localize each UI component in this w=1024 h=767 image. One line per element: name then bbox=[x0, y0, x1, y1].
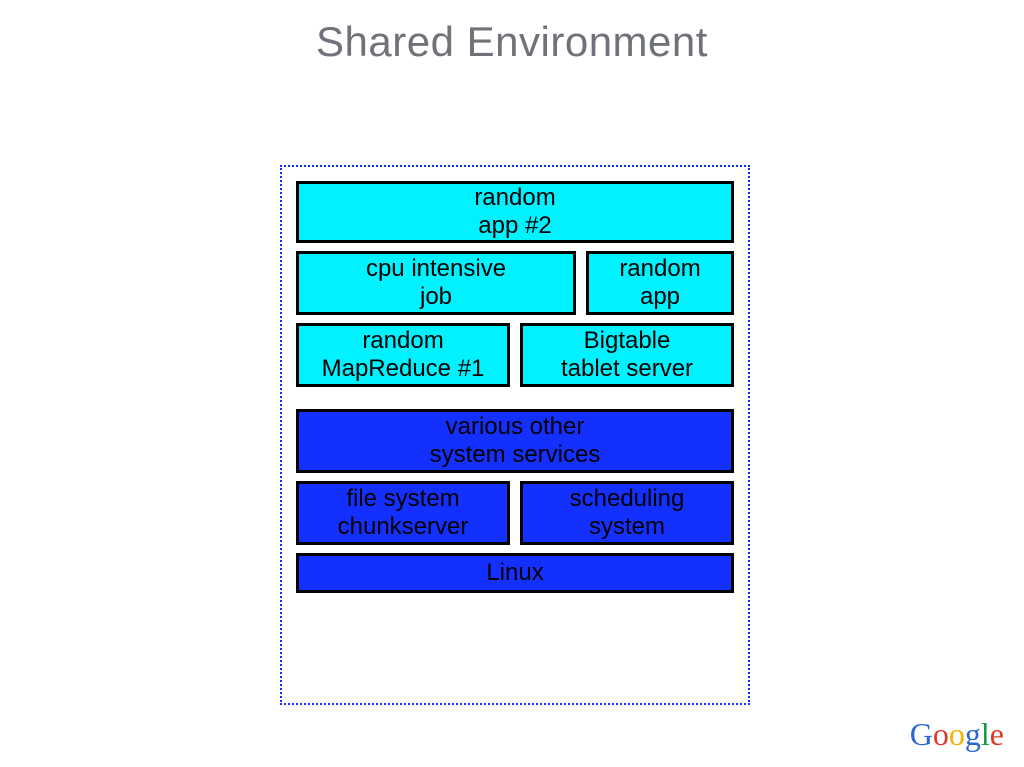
text-line: app bbox=[640, 283, 680, 311]
slide: Shared Environment random app #2 cpu int… bbox=[0, 0, 1024, 767]
text-line: system bbox=[589, 513, 665, 541]
text-line: chunkserver bbox=[338, 513, 469, 541]
logo-letter: e bbox=[990, 716, 1004, 753]
logo-letter: o bbox=[933, 716, 949, 753]
text-line: tablet server bbox=[561, 355, 693, 383]
row-app2: random app #2 bbox=[296, 181, 734, 243]
row-chunkserver-scheduler: file system chunkserver scheduling syste… bbox=[296, 481, 734, 545]
text-line: file system bbox=[346, 485, 459, 513]
block-bigtable-tablet-server: Bigtable tablet server bbox=[520, 323, 734, 387]
logo-letter: o bbox=[949, 716, 965, 753]
block-random-mapreduce: random MapReduce #1 bbox=[296, 323, 510, 387]
block-random-app-2: random app #2 bbox=[296, 181, 734, 243]
text-line: various other bbox=[446, 413, 585, 441]
text-line: random bbox=[619, 255, 700, 283]
row-linux: Linux bbox=[296, 553, 734, 593]
row-cpu-randomapp: cpu intensive job random app bbox=[296, 251, 734, 315]
block-cpu-intensive-job: cpu intensive job bbox=[296, 251, 576, 315]
text-line: system services bbox=[430, 441, 601, 469]
block-linux: Linux bbox=[296, 553, 734, 593]
logo-letter: G bbox=[910, 716, 933, 753]
text-line: Bigtable bbox=[584, 327, 671, 355]
text-line: cpu intensive bbox=[366, 255, 506, 283]
block-file-system-chunkserver: file system chunkserver bbox=[296, 481, 510, 545]
text-line: random bbox=[474, 184, 555, 212]
block-random-app: random app bbox=[586, 251, 734, 315]
text-line: Linux bbox=[486, 559, 543, 587]
slide-title: Shared Environment bbox=[0, 18, 1024, 66]
row-other-services: various other system services bbox=[296, 409, 734, 473]
text-line: scheduling bbox=[570, 485, 685, 513]
text-line: MapReduce #1 bbox=[322, 355, 485, 383]
diagram-container: random app #2 cpu intensive job random a… bbox=[280, 165, 750, 705]
text-line: job bbox=[420, 283, 452, 311]
text-line: app #2 bbox=[478, 212, 551, 240]
text-line: random bbox=[362, 327, 443, 355]
row-mapreduce-bigtable: random MapReduce #1 Bigtable tablet serv… bbox=[296, 323, 734, 387]
google-logo: Google bbox=[910, 716, 1004, 753]
logo-letter: l bbox=[981, 716, 990, 753]
block-scheduling-system: scheduling system bbox=[520, 481, 734, 545]
logo-letter: g bbox=[965, 716, 981, 753]
block-various-other-services: various other system services bbox=[296, 409, 734, 473]
